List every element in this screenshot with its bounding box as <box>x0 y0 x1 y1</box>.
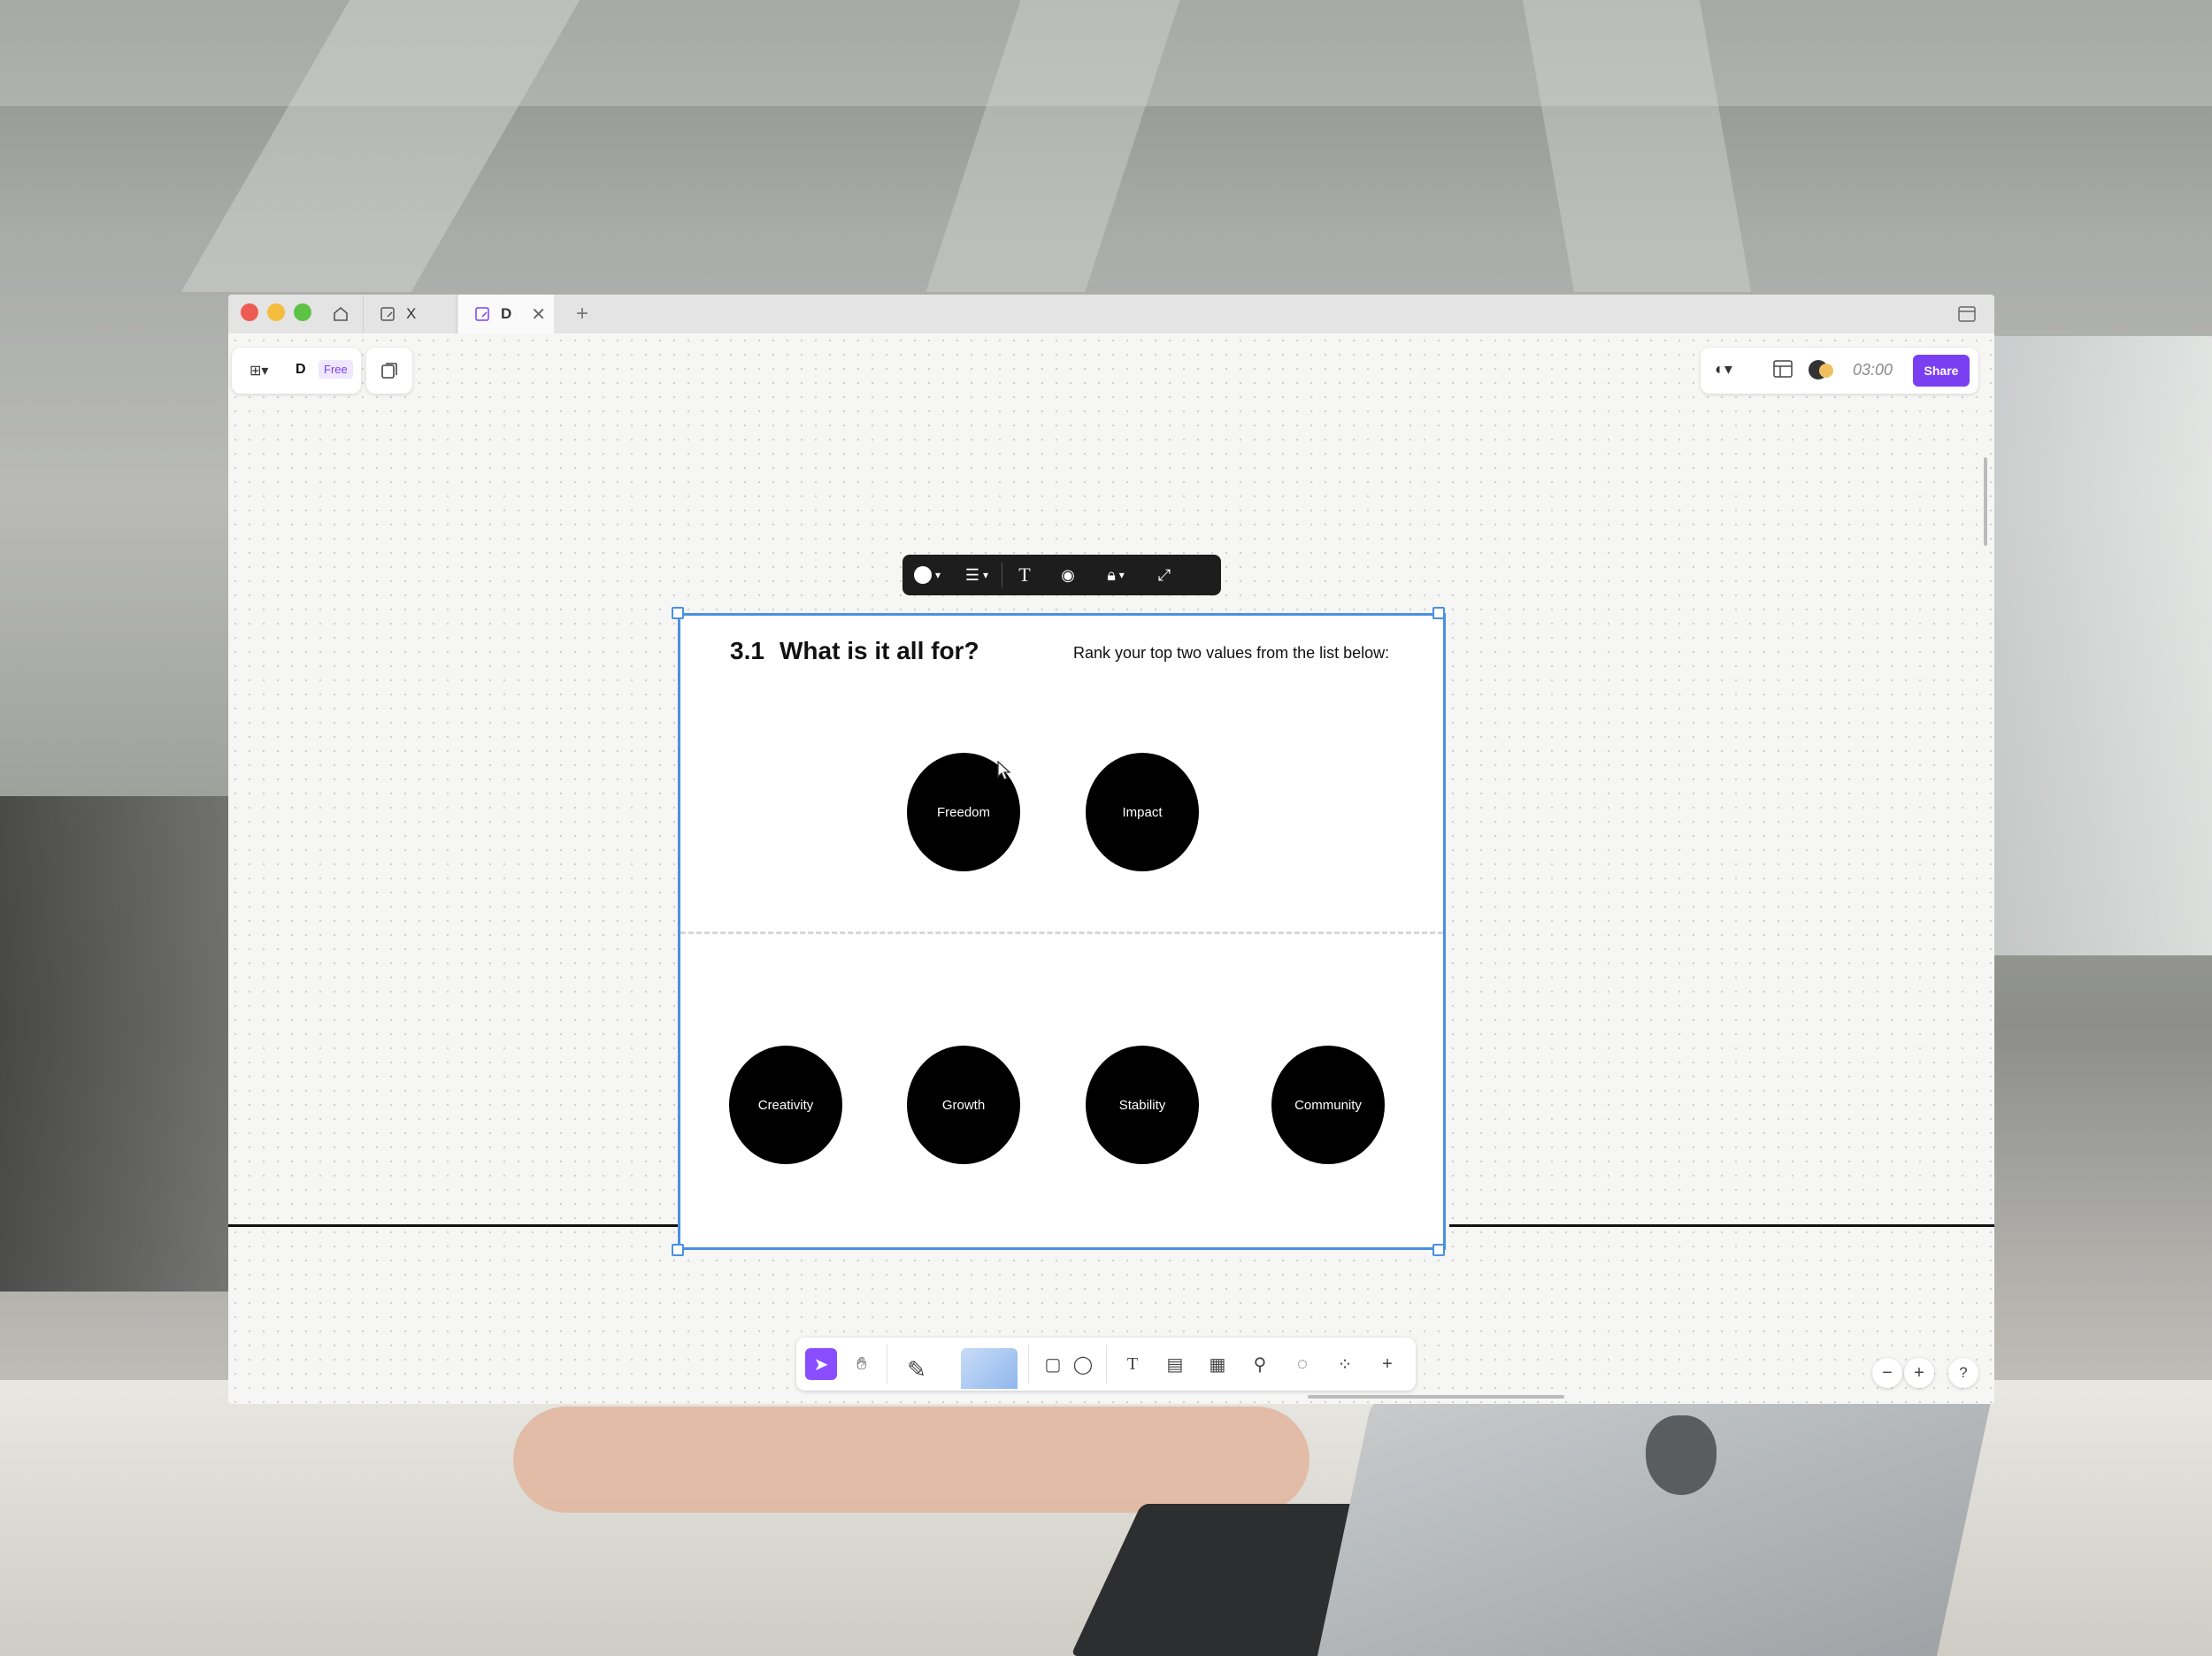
palette-icon[interactable]: ◐▾ <box>1715 360 1732 379</box>
frame-title: What is it all for? <box>780 637 979 664</box>
value-label: Creativity <box>757 1097 814 1113</box>
file-icon <box>475 307 489 321</box>
help-button[interactable]: ? <box>1948 1358 1978 1388</box>
file-icon <box>380 307 395 321</box>
values-frame[interactable]: 3.1 What is it all for? Rank your top tw… <box>678 613 1446 1250</box>
visibility-icon[interactable]: ◉ <box>1047 555 1089 595</box>
value-label: Community <box>1294 1097 1362 1113</box>
text-tool-icon[interactable]: T <box>1117 1348 1148 1380</box>
comment-tool-icon[interactable]: ◌ <box>1286 1348 1318 1380</box>
value-circle-creativity[interactable]: Creativity <box>729 1046 842 1164</box>
pages-icon <box>381 363 397 379</box>
plan-badge[interactable]: Free <box>319 360 353 379</box>
value-label: Impact <box>1122 804 1163 820</box>
resize-handle-top-left[interactable] <box>672 607 684 619</box>
maximize-window-button[interactable] <box>294 303 311 321</box>
mouse-cursor-icon <box>997 761 1011 780</box>
connector-line-right <box>1449 1224 1994 1227</box>
home-icon <box>334 306 348 321</box>
app-window: X D ✕ + ⊞▾ D Free ◐▾ 03:00 Share ▾ ☰ ▾ T… <box>228 295 1994 1404</box>
horizontal-scrollbar[interactable] <box>1308 1395 1564 1399</box>
hand-tool-icon[interactable]: ✋︎ <box>846 1348 878 1380</box>
value-circle-stability[interactable]: Stability <box>1086 1046 1199 1164</box>
rectangle-tool-icon[interactable]: ▢ <box>1037 1348 1069 1380</box>
sidebar-toggle-button[interactable] <box>1954 295 1980 334</box>
home-tab[interactable] <box>319 295 364 334</box>
resize-handle-top-right[interactable] <box>1432 607 1445 619</box>
file-panel: ⊞▾ D Free <box>232 348 361 394</box>
connector-line-left <box>228 1224 678 1227</box>
zoom-out-button[interactable]: − <box>1872 1358 1902 1388</box>
pen-tool-icon[interactable]: ✎ <box>901 1348 933 1391</box>
shape-connector-tool-icon[interactable]: ◯ <box>1067 1348 1099 1380</box>
main-menu-icon[interactable]: ⊞▾ <box>250 362 268 380</box>
instruction-text: Rank your top two values from the list b… <box>1073 644 1390 662</box>
resize-handle-bottom-left[interactable] <box>672 1244 684 1256</box>
stamp-tool-icon[interactable]: ⚲ <box>1244 1348 1276 1380</box>
minimize-window-button[interactable] <box>267 303 285 321</box>
pages-button[interactable] <box>366 348 412 394</box>
fill-color-button[interactable]: ▾ <box>902 555 952 595</box>
section-number: 3.1 <box>730 637 764 664</box>
close-window-button[interactable] <box>241 303 258 321</box>
align-button[interactable]: ☰ ▾ <box>952 555 1002 595</box>
resize-handle-bottom-right[interactable] <box>1432 1244 1445 1256</box>
value-circle-growth[interactable]: Growth <box>907 1046 1020 1164</box>
file-name[interactable]: D <box>296 362 306 378</box>
tab-bar: X D ✕ + <box>228 295 1994 334</box>
tab-label: X <box>406 305 417 322</box>
tools-toolbar: ➤ ✋︎ ✎ ▢ ◯ T ▤ ▦ ⚲ ◌ ⁘ + <box>796 1338 1416 1391</box>
top-right-panel: ◐▾ 03:00 Share <box>1701 348 1978 394</box>
panel-icon <box>1958 306 1976 322</box>
value-circle-impact[interactable]: Impact <box>1086 753 1199 871</box>
value-label: Stability <box>1118 1097 1166 1113</box>
widgets-tool-icon[interactable]: ⁘ <box>1329 1348 1361 1380</box>
tab-d[interactable]: D ✕ <box>458 295 554 334</box>
avatar-secondary <box>1819 364 1833 378</box>
share-button[interactable]: Share <box>1913 355 1970 387</box>
vertical-scrollbar[interactable] <box>1984 457 1987 546</box>
value-label: Growth <box>941 1097 986 1113</box>
timer[interactable]: 03:00 <box>1853 361 1893 380</box>
new-tab-button[interactable]: + <box>569 295 595 334</box>
close-tab-icon[interactable]: ✕ <box>531 303 546 326</box>
lock-icon[interactable]: 🔒︎ ▾ <box>1089 555 1142 595</box>
expand-icon[interactable]: ⤢ <box>1142 555 1187 595</box>
tab-x[interactable]: X <box>364 295 457 334</box>
selection-toolbar: ▾ ☰ ▾ T ◉ 🔒︎ ▾ ⤢ <box>902 555 1221 595</box>
value-label: Freedom <box>936 804 991 820</box>
layout-icon[interactable] <box>1773 360 1793 382</box>
select-tool-icon[interactable]: ➤ <box>805 1348 837 1380</box>
tab-label: D <box>501 305 512 322</box>
table-tool-icon[interactable]: ▦ <box>1202 1348 1233 1380</box>
more-tools-icon[interactable]: + <box>1371 1348 1403 1380</box>
text-style-icon[interactable]: T <box>1002 555 1047 595</box>
section-tool-icon[interactable]: ▤ <box>1159 1348 1191 1380</box>
value-circle-community[interactable]: Community <box>1271 1046 1385 1164</box>
zoom-in-button[interactable]: + <box>1904 1358 1934 1388</box>
sticky-note-tool-icon[interactable] <box>961 1348 1018 1389</box>
divider <box>680 932 1443 934</box>
